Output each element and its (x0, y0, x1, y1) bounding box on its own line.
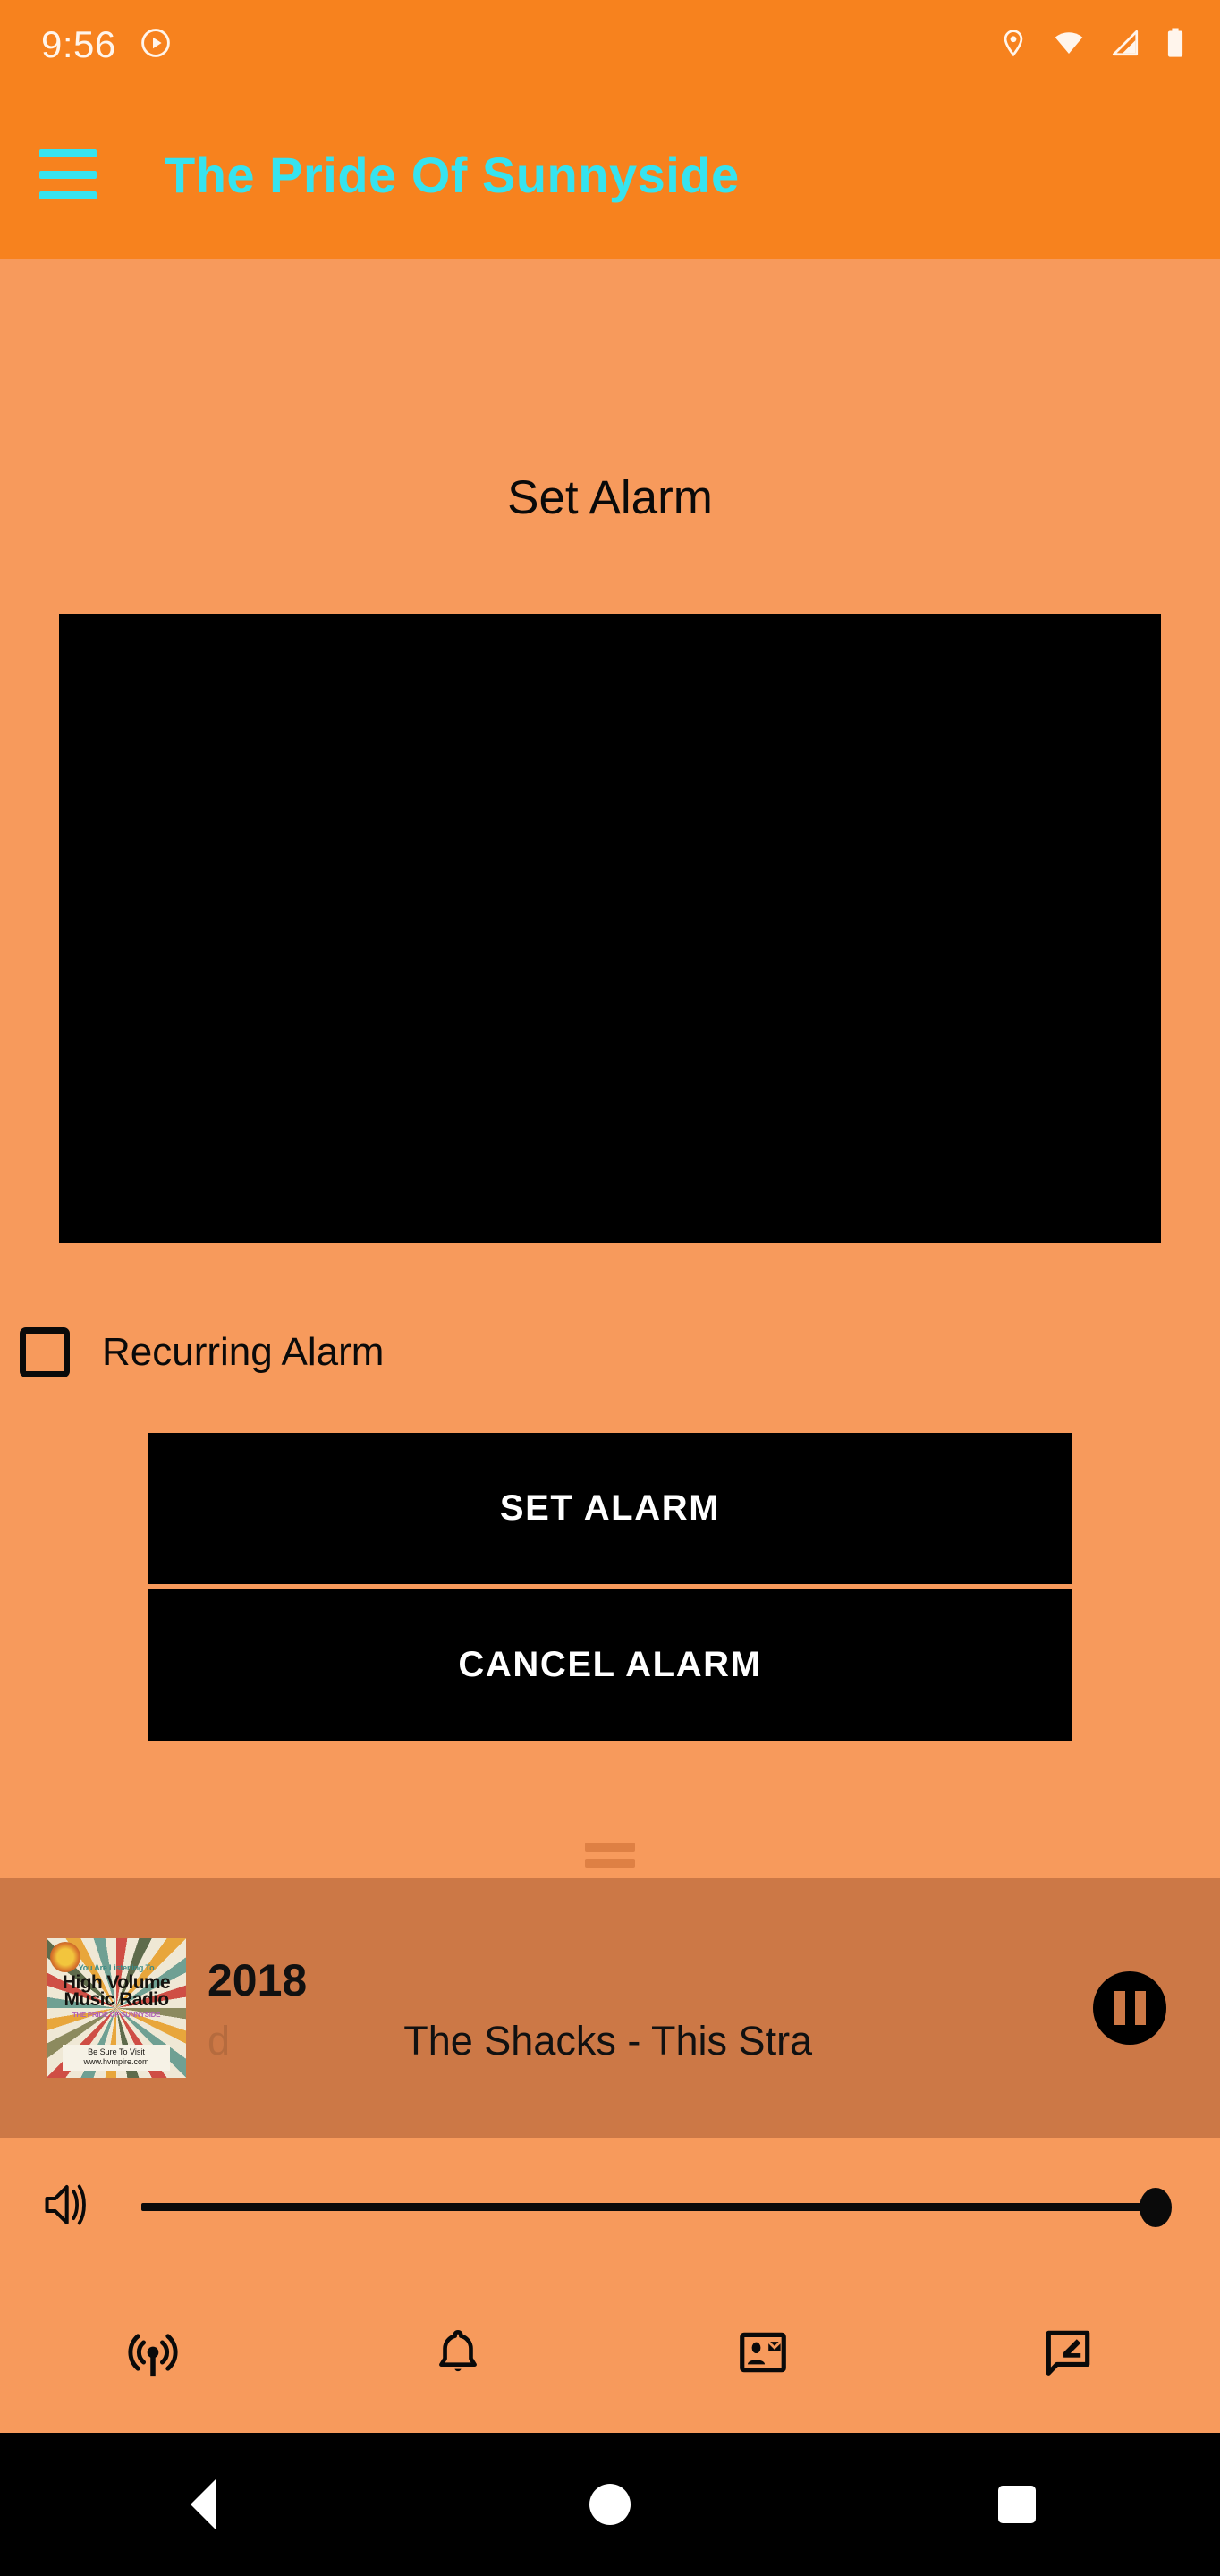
drag-handle-line (585, 1859, 635, 1868)
android-recents-button[interactable] (813, 2486, 1220, 2523)
album-art: You Are Listening To High Volume Music R… (47, 1938, 186, 2078)
track-subtitle-line: d The Shacks - This Stra (208, 2021, 812, 2061)
recurring-alarm-row[interactable]: Recurring Alarm (20, 1327, 1220, 1377)
cancel-alarm-button[interactable]: CANCEL ALARM (148, 1589, 1072, 1741)
album-art-station-name: High Volume Music Radio (47, 1973, 186, 2010)
album-art-visit-box: Be Sure To Visit www.hvmpire.com (63, 2045, 170, 2071)
contact-mail-icon (735, 2325, 791, 2385)
wifi-icon (1052, 28, 1086, 63)
recurring-alarm-label: Recurring Alarm (102, 1330, 385, 1374)
android-back-button[interactable] (0, 2479, 407, 2529)
status-bar: 9:56 (0, 0, 1220, 89)
track-title-text: 2018 (208, 1955, 308, 2005)
volume-up-icon[interactable] (41, 2181, 100, 2233)
hamburger-line (39, 170, 97, 179)
cellular-signal-icon (1109, 28, 1141, 63)
album-art-tagline: You Are Listening To (78, 1963, 155, 1972)
volume-slider-thumb[interactable] (1140, 2187, 1172, 2227)
pause-icon-bar (1134, 1991, 1146, 2025)
nav-item-stations[interactable] (0, 2276, 305, 2433)
alarm-panel: Set Alarm Recurring Alarm SET ALARM CANC… (0, 259, 1220, 1878)
android-navigation-bar (0, 2433, 1220, 2576)
track-subtitle-text: The Shacks - This Stra (403, 2018, 813, 2063)
alarm-actions: SET ALARM CANCEL ALARM (0, 1433, 1220, 1741)
album-art-visit-line2: www.hvmpire.com (83, 2057, 149, 2066)
nav-item-review[interactable] (915, 2276, 1220, 2433)
app-title: The Pride Of Sunnyside (165, 146, 740, 203)
now-playing-bar[interactable]: You Are Listening To High Volume Music R… (0, 1878, 1220, 2138)
recents-square-icon (997, 2486, 1036, 2523)
location-icon (998, 28, 1029, 63)
bell-icon (430, 2325, 486, 2385)
rate-review-icon (1040, 2325, 1096, 2385)
hamburger-line (39, 149, 97, 157)
album-art-show-name: THE PRIDE OF SUNNYSIDE (72, 2011, 161, 2019)
album-art-visit-line1: Be Sure To Visit (88, 2047, 145, 2056)
nav-item-contact[interactable] (610, 2276, 915, 2433)
hamburger-line (39, 191, 97, 199)
set-alarm-button[interactable]: SET ALARM (148, 1433, 1072, 1584)
volume-slider-track (141, 2203, 1166, 2211)
track-title-line: 2018 (208, 1958, 307, 2003)
volume-bar (0, 2138, 1220, 2276)
player-drag-handle[interactable] (585, 1843, 635, 1868)
pause-button[interactable] (1093, 1971, 1166, 2045)
drag-handle-line (585, 1843, 635, 1852)
back-triangle-icon (191, 2479, 216, 2529)
hamburger-menu-icon[interactable] (39, 149, 97, 199)
track-info: 2018 d The Shacks - This Stra (208, 1938, 1066, 2078)
app-bar: The Pride Of Sunnyside (0, 89, 1220, 259)
album-art-station-name-line2: Music Radio (64, 1989, 169, 2010)
pause-icon-bar (1114, 1991, 1125, 2025)
battery-icon (1165, 27, 1186, 64)
nav-item-alarm[interactable] (305, 2276, 610, 2433)
page-title: Set Alarm (507, 471, 713, 524)
status-clock: 9:56 (41, 23, 116, 65)
bottom-navigation (0, 2276, 1220, 2433)
home-circle-icon (589, 2484, 631, 2525)
recurring-alarm-checkbox[interactable] (20, 1327, 70, 1377)
broadcast-icon (123, 2323, 182, 2386)
app-screen: 9:56 The Pride Of Sunnyside Set Alarm Re… (0, 0, 1220, 2576)
status-bar-right (998, 27, 1186, 64)
track-subtitle-ghost: d (208, 2018, 231, 2063)
play-circle-icon (140, 27, 172, 64)
volume-slider[interactable] (141, 2187, 1172, 2227)
android-home-button[interactable] (407, 2484, 814, 2525)
time-picker[interactable] (59, 614, 1161, 1243)
status-bar-left: 9:56 (41, 26, 172, 64)
